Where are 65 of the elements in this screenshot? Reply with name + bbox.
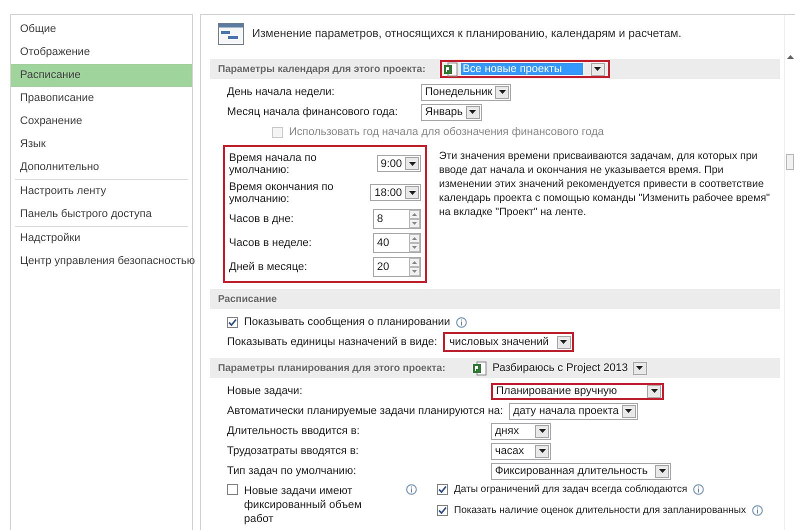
checkbox[interactable] — [227, 316, 238, 328]
dropdown[interactable]: Планирование вручную — [491, 382, 664, 400]
spin-arrows-icon[interactable] — [409, 234, 420, 252]
field-label: Новые задачи: — [227, 385, 304, 397]
field-label: Часов в дне: — [229, 213, 295, 225]
field-label: Часов в неделе: — [229, 237, 313, 249]
scroll-thumb[interactable] — [786, 154, 794, 170]
dropdown[interactable]: Фиксированная длительность — [491, 462, 671, 480]
project-file-icon — [473, 360, 488, 376]
checkbox-label: Показать наличие оценок длительности для запланированных — [454, 505, 746, 516]
sidebar-item[interactable]: Общие — [11, 18, 192, 41]
info-icon — [693, 484, 704, 495]
field-label: Тип задач по умолчанию: — [227, 465, 358, 477]
info-icon — [406, 484, 417, 495]
info-icon — [752, 505, 763, 516]
checkbox[interactable] — [437, 484, 448, 495]
field-label: Автоматически планируемые задачи планируются на: — [227, 405, 504, 417]
checkbox[interactable] — [437, 505, 448, 516]
dropdown[interactable]: днях — [491, 422, 551, 440]
project-file-icon — [444, 62, 458, 76]
sidebar-item[interactable]: Язык — [11, 133, 192, 156]
dropdown[interactable]: дату начала проекта — [509, 402, 638, 420]
sidebar-item[interactable]: Панель быстрого доступа — [11, 203, 192, 226]
sidebar-item[interactable]: Правописание — [11, 87, 192, 110]
checkbox-label: Новые задачи имеют фиксированный объем работ — [244, 484, 363, 526]
dropdown[interactable]: часах — [491, 442, 551, 460]
spin-box[interactable]: 8 — [373, 209, 421, 229]
field-label: День начала недели: — [227, 86, 336, 98]
field-label: Время окончания по умолчанию: — [229, 180, 335, 204]
checkbox[interactable] — [227, 484, 238, 495]
dropdown[interactable]: числовых значений — [443, 332, 574, 352]
sidebar-item[interactable]: Дополнительно — [11, 156, 192, 179]
sidebar-item[interactable]: Отображение — [11, 41, 192, 64]
scrollbar[interactable] — [784, 15, 795, 530]
info-icon — [456, 316, 468, 328]
sidebar-item[interactable]: Сохранение — [11, 110, 192, 133]
checkbox-label: Показывать сообщения о планировании — [244, 316, 450, 328]
field-label: Длительность вводится в: — [227, 425, 361, 437]
section-title: Параметры календаря для этого проекта: — [218, 64, 426, 74]
field-label: Время начала по умолчанию: — [229, 152, 318, 176]
spin-arrows-icon[interactable] — [409, 258, 420, 276]
spin-box[interactable]: 20 — [373, 257, 421, 277]
checkbox-label: Использовать год начала для обозначения финансового года — [289, 126, 604, 138]
description-text: Эти значения времени присваиваются задачам, для которых при вводе дат начала и окончания не указывается время. При изменении этих значений рекомендуется привести в соответствие календарь проекта с помощью команды "Изменить рабочее время" на вкладке "Проект" на ленте. — [439, 149, 771, 220]
sidebar-item[interactable]: Расписание — [11, 64, 192, 87]
header-text: Изменение параметров, относящихся к планированию, календарям и расчетам. — [252, 28, 682, 40]
spin-box[interactable]: 40 — [373, 233, 421, 253]
section-title: Параметры планирования для этого проекта: — [218, 362, 446, 374]
field-label: Месяц начала финансового года: — [227, 106, 399, 118]
dropdown[interactable]: Январь — [421, 104, 482, 120]
sidebar-item[interactable]: Настроить ленту — [11, 180, 192, 203]
gantt-chart-icon — [218, 23, 244, 45]
field-label: Показывать единицы назначений в виде: — [227, 336, 438, 348]
sidebar-item[interactable]: Надстройки — [11, 227, 192, 250]
checkbox-label: Даты ограничений для задач всегда соблюдаются — [454, 484, 688, 495]
spin-arrows-icon[interactable] — [409, 210, 420, 228]
dropdown[interactable]: 18:00 — [370, 184, 421, 201]
field-label: Дней в месяце: — [229, 261, 308, 273]
scroll-up-icon[interactable] — [786, 55, 794, 59]
sidebar-item[interactable]: Центр управления безопасностью — [11, 250, 192, 273]
dropdown[interactable]: Понедельник — [421, 84, 512, 100]
section-title: Расписание — [218, 294, 277, 304]
project-select[interactable]: Разбираюсь с Project 2013 — [469, 359, 652, 377]
field-label: Трудозатраты вводятся в: — [227, 445, 360, 457]
dropdown[interactable]: 9:00 — [376, 155, 421, 172]
